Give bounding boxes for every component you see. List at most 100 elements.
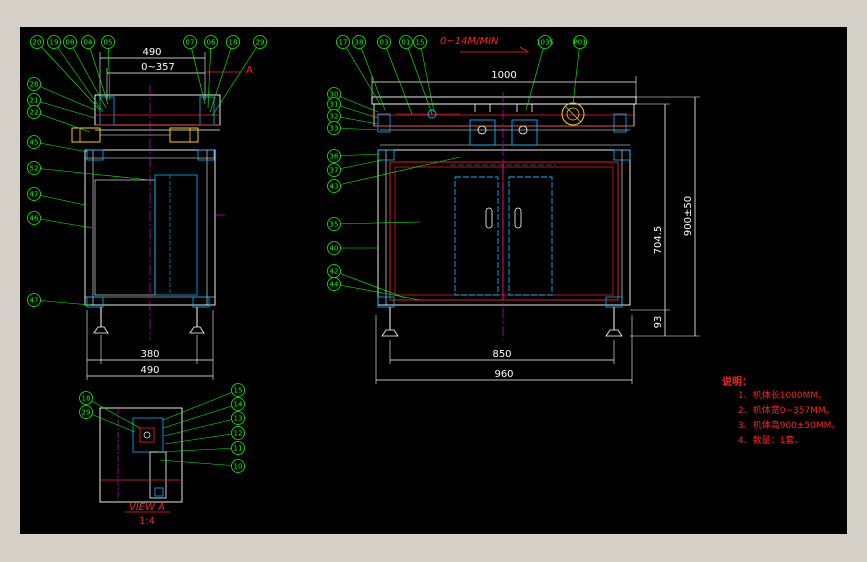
- balloon-label: 47: [30, 297, 39, 305]
- part-balloon: P01: [573, 35, 587, 49]
- part-balloon: 40: [327, 241, 341, 255]
- balloon-label: 42: [330, 268, 339, 276]
- notes-item-2: 2、机体宽0~357MM。: [738, 404, 835, 416]
- part-balloon: 08: [63, 35, 77, 49]
- part-balloon: 47: [27, 293, 41, 307]
- part-balloon: 17: [336, 35, 350, 49]
- part-balloon: 11: [231, 441, 245, 455]
- balloon-label: 12: [234, 430, 243, 438]
- part-balloon: 01: [399, 35, 413, 49]
- balloon-label: 11: [234, 445, 243, 453]
- part-balloon: 1035: [536, 35, 554, 49]
- balloon-label: 47: [30, 191, 39, 199]
- part-balloon: 31: [327, 97, 341, 111]
- balloon-label: 18: [82, 395, 91, 403]
- part-balloon: 28: [27, 77, 41, 91]
- balloon-label: 22: [30, 109, 39, 117]
- front-dim-outer: 960: [494, 369, 513, 380]
- part-balloon: 21: [27, 93, 41, 107]
- balloon-label: 35: [330, 221, 339, 229]
- balloon-label: 37: [330, 167, 339, 175]
- part-balloon: 29: [253, 35, 267, 49]
- left-dim-outer: 490: [140, 365, 159, 376]
- part-balloon: 45: [27, 135, 41, 149]
- balloon-label: 03: [380, 39, 389, 47]
- front-dim-height-total: 900±50: [683, 196, 694, 236]
- balloon-label: 08: [66, 39, 75, 47]
- left-dim-inner: 380: [140, 349, 159, 360]
- part-balloon: 46: [27, 211, 41, 225]
- left-dim-range: 0~357: [141, 62, 175, 73]
- balloon-label: 52: [30, 165, 39, 173]
- detail-view-a: [99, 407, 183, 513]
- part-balloon: 18: [79, 391, 93, 405]
- balloon-label: 01: [402, 39, 411, 47]
- part-balloon: 10: [231, 459, 245, 473]
- balloon-label: 29: [256, 39, 265, 47]
- front-dim-height-top: 704.5: [653, 226, 664, 255]
- notes-item-4: 4、数量：1套。: [738, 434, 803, 446]
- part-balloon: 38: [352, 35, 366, 49]
- part-balloon: 07: [183, 35, 197, 49]
- part-balloon: 43: [327, 179, 341, 193]
- front-dim-inner: 850: [492, 349, 511, 360]
- balloon-label: 32: [330, 113, 339, 121]
- balloon-label: 40: [330, 245, 339, 253]
- cad-drawing: 20 19 08 04 05 07 06 18 29282122455247464717 38 03…: [27, 35, 840, 527]
- balloon-label: 04: [84, 39, 93, 47]
- part-balloon: 52: [27, 161, 41, 175]
- balloon-label: 15: [234, 387, 243, 395]
- balloon-label: 46: [30, 215, 39, 223]
- part-balloon: 04: [81, 35, 95, 49]
- front-dim-length: 1000: [491, 70, 516, 81]
- balloon-label: 20: [33, 39, 42, 47]
- part-balloon: 44: [327, 277, 341, 291]
- balloon-label: 10: [234, 463, 243, 471]
- part-balloon: 22: [27, 105, 41, 119]
- part-balloon: 37: [327, 163, 341, 177]
- balloon-label: 43: [330, 183, 339, 191]
- balloon-label: 15: [416, 39, 425, 47]
- part-balloon: 12: [231, 426, 245, 440]
- notes-heading: 说明：: [722, 375, 752, 388]
- part-balloon: 47: [27, 187, 41, 201]
- part-balloon: 18: [226, 35, 240, 49]
- balloon-label: 17: [339, 39, 348, 47]
- balloon-label: 05: [104, 39, 113, 47]
- notes-item-1: 1、机体长1000MM。: [738, 389, 827, 401]
- part-balloon: 06: [204, 35, 218, 49]
- balloon-label: 44: [330, 281, 339, 289]
- detail-scale: 1:4: [139, 516, 155, 527]
- part-balloon: 20: [30, 35, 44, 49]
- detail-title: VIEW A: [129, 502, 165, 513]
- part-balloon: 36: [327, 149, 341, 163]
- part-balloon: 14: [231, 397, 245, 411]
- balloon-label: 29: [82, 409, 91, 417]
- balloon-label: 33: [330, 125, 339, 133]
- part-balloon: 29: [79, 405, 93, 419]
- part-balloon: 05: [101, 35, 115, 49]
- front-dim-foot: 93: [653, 316, 664, 329]
- part-balloon: 42: [327, 264, 341, 278]
- part-balloon: 13: [231, 411, 245, 425]
- balloon-label: 28: [30, 81, 39, 89]
- section-marker-a: A: [246, 65, 253, 76]
- balloon-label: 36: [330, 153, 339, 161]
- balloon-label: 45: [30, 139, 39, 147]
- balloon-label: 31: [330, 101, 339, 109]
- notes-item-3: 3、机体高900±50MM。: [738, 419, 840, 431]
- balloon-label: 21: [30, 97, 39, 105]
- left-dim-top: 490: [142, 47, 161, 58]
- part-balloon: 15: [231, 383, 245, 397]
- part-balloon: 03: [377, 35, 391, 49]
- part-balloon: 32: [327, 109, 341, 123]
- balloon-label: 06: [207, 39, 216, 47]
- balloon-label: 18: [229, 39, 238, 47]
- balloon-label: 07: [186, 39, 195, 47]
- balloon-label: 38: [355, 39, 364, 47]
- part-balloon: 15: [413, 35, 427, 49]
- left-side-view: [71, 52, 240, 380]
- balloon-label: 13: [234, 415, 243, 423]
- balloon-label: 1035: [536, 39, 554, 47]
- balloon-label: P01: [573, 39, 586, 47]
